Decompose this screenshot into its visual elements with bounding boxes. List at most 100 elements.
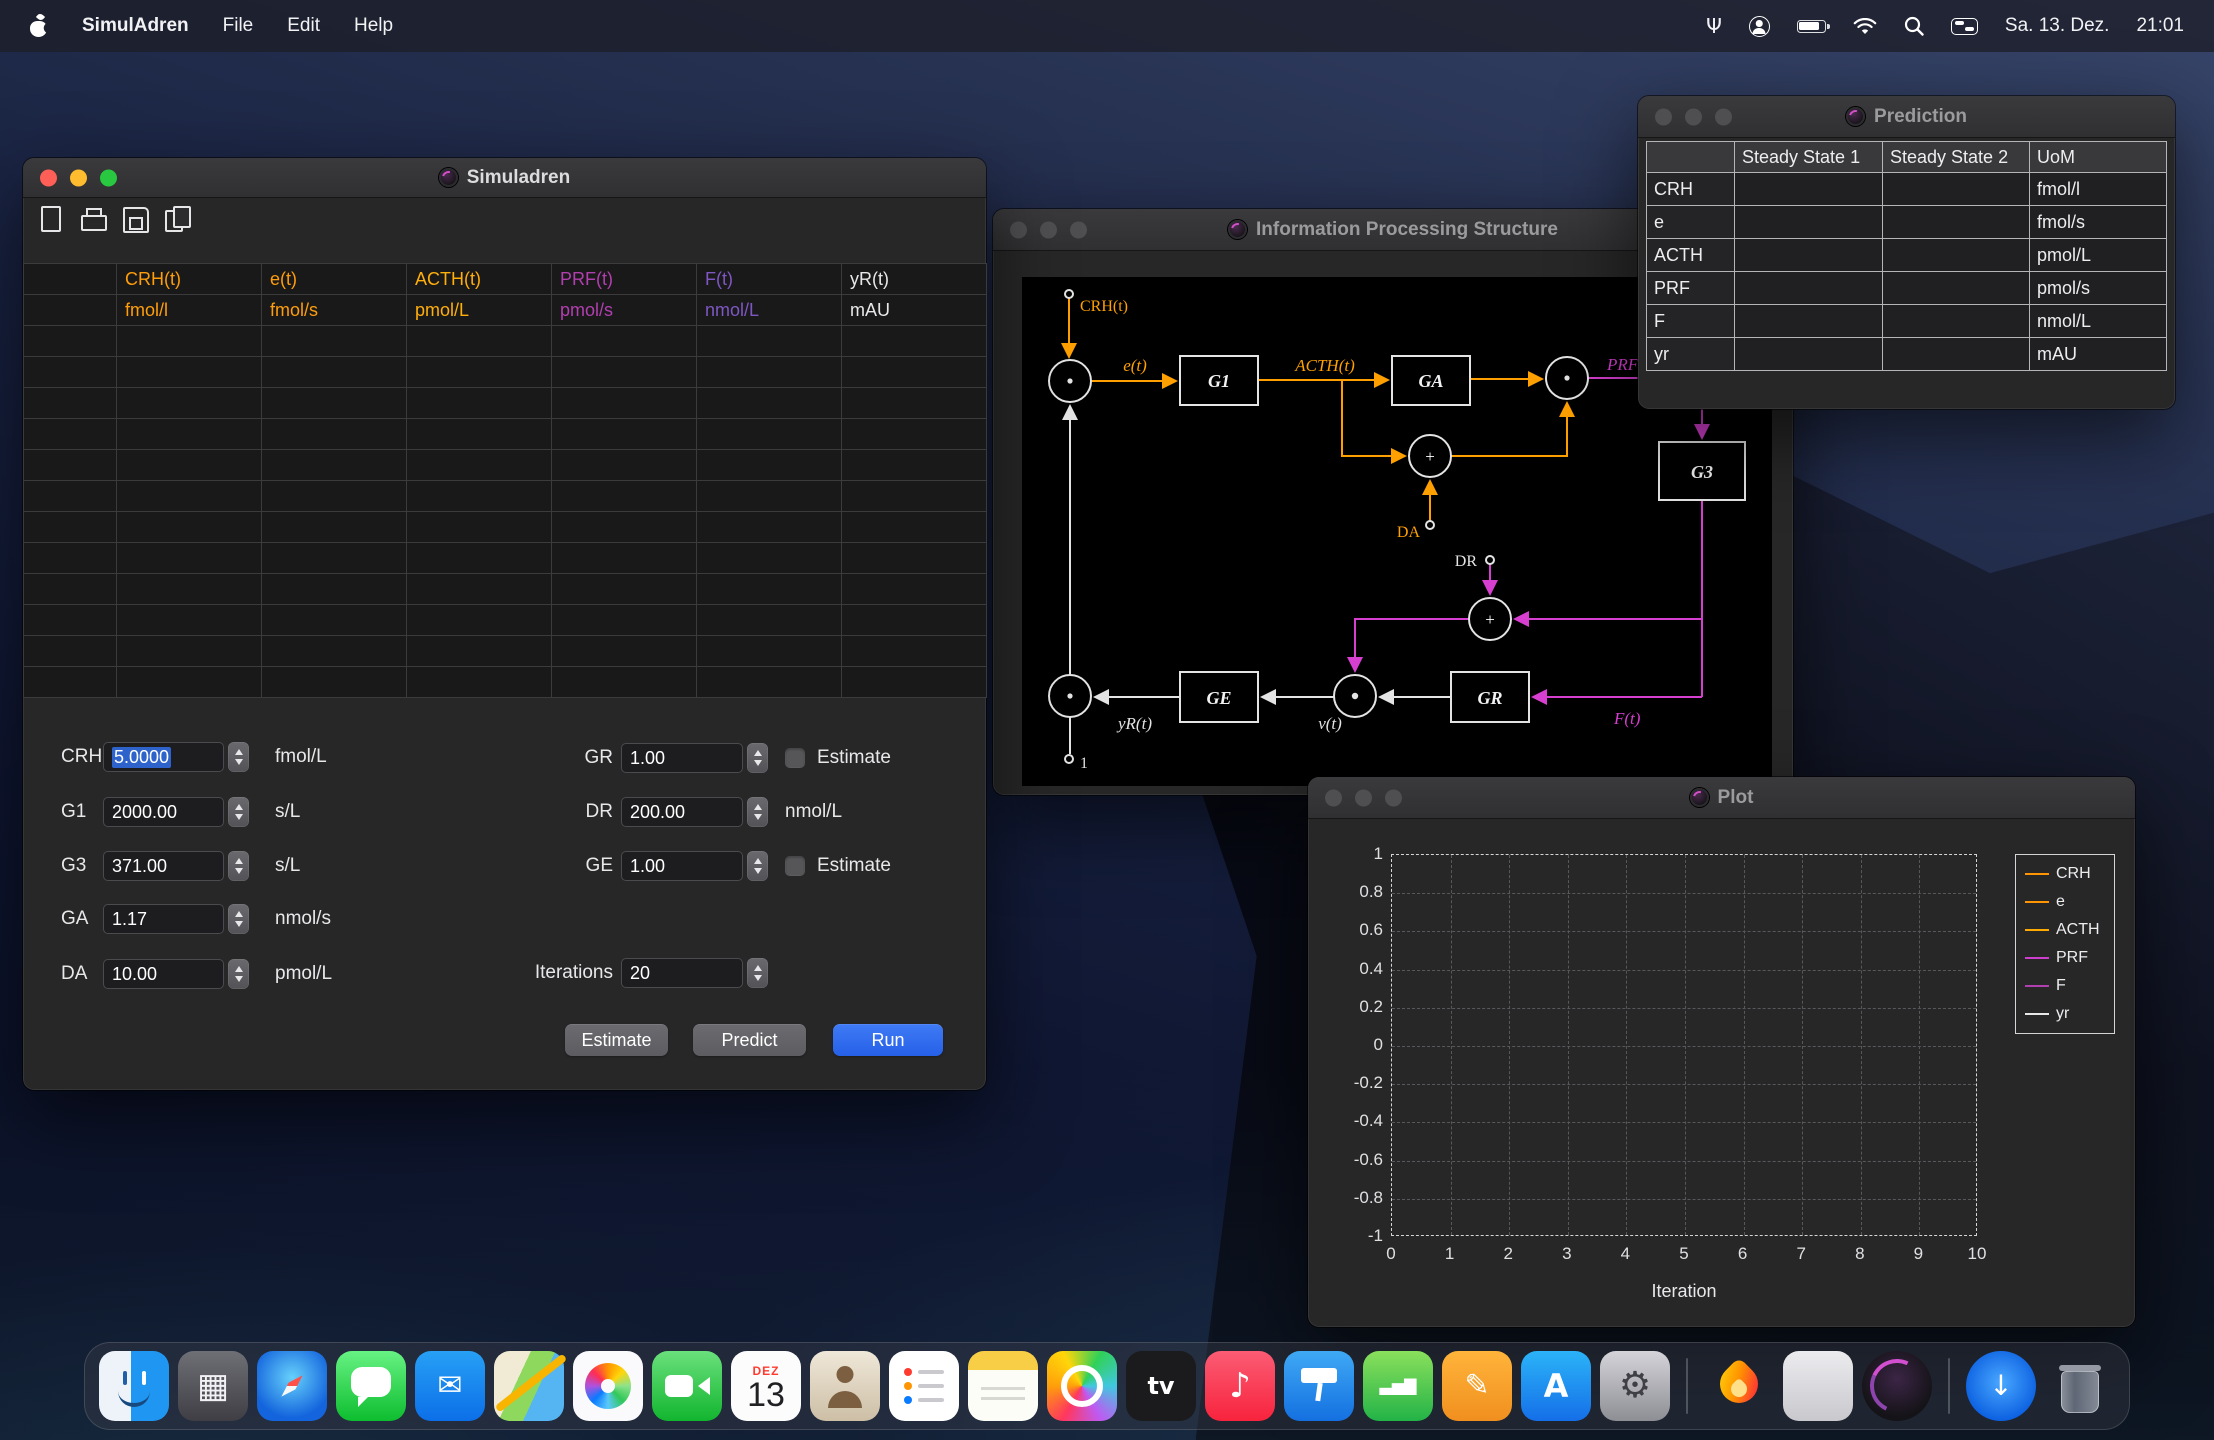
data-cell[interactable] (407, 512, 552, 543)
data-cell[interactable] (117, 326, 262, 357)
data-cell[interactable] (117, 450, 262, 481)
data-cell[interactable] (552, 481, 697, 512)
data-cell[interactable] (842, 667, 987, 698)
ge-input[interactable]: 1.00 (621, 851, 743, 881)
zoom-button[interactable] (100, 169, 117, 186)
gr-estimate-checkbox[interactable] (785, 748, 805, 768)
data-cell[interactable] (697, 388, 842, 419)
prediction-titlebar[interactable]: Prediction (1638, 96, 2175, 138)
estimate-button[interactable]: Estimate (565, 1024, 668, 1056)
wifi-icon[interactable] (1853, 18, 1877, 35)
data-cell[interactable] (552, 605, 697, 636)
print-icon[interactable] (79, 206, 105, 230)
iterations-input[interactable]: 20 (621, 958, 743, 988)
facetime-dock-icon[interactable] (652, 1351, 722, 1421)
data-cell[interactable] (262, 667, 407, 698)
finder-dock-icon[interactable] (99, 1351, 169, 1421)
battery-icon[interactable] (1797, 20, 1826, 33)
data-cell[interactable] (842, 450, 987, 481)
save-icon[interactable] (121, 206, 147, 230)
menu-extra-icon[interactable]: Ψ (1706, 14, 1722, 38)
launchpad-dock-icon[interactable]: ▦ (178, 1351, 248, 1421)
data-cell[interactable] (262, 574, 407, 605)
calendar-dock-icon[interactable]: DEZ13 (731, 1351, 801, 1421)
user-account-icon[interactable] (1749, 16, 1770, 37)
data-cell[interactable] (262, 605, 407, 636)
minimize-button[interactable] (70, 169, 87, 186)
gr-stepper[interactable] (747, 743, 768, 773)
data-cell[interactable] (262, 512, 407, 543)
gr-input[interactable]: 1.00 (621, 743, 743, 773)
settings-dock-icon[interactable]: ⚙ (1600, 1351, 1670, 1421)
data-cell[interactable] (262, 450, 407, 481)
safari-dock-icon[interactable] (257, 1351, 327, 1421)
data-cell[interactable] (117, 605, 262, 636)
data-cell[interactable] (407, 450, 552, 481)
menu-edit[interactable]: Edit (287, 15, 320, 37)
data-cell[interactable] (407, 388, 552, 419)
data-cell[interactable] (552, 388, 697, 419)
minimize-button[interactable] (1355, 789, 1372, 806)
data-cell[interactable] (117, 388, 262, 419)
export-icon[interactable] (163, 206, 189, 230)
data-cell[interactable] (842, 419, 987, 450)
data-cell[interactable] (407, 326, 552, 357)
data-cell[interactable] (842, 357, 987, 388)
simuladren-titlebar[interactable]: Simuladren (23, 158, 986, 198)
data-cell[interactable] (697, 481, 842, 512)
data-cell[interactable] (842, 481, 987, 512)
keynote-dock-icon[interactable] (1284, 1351, 1354, 1421)
menu-time[interactable]: 21:01 (2136, 15, 2184, 37)
data-cell[interactable] (697, 450, 842, 481)
data-cell[interactable] (552, 636, 697, 667)
data-cell[interactable] (407, 481, 552, 512)
data-cell[interactable] (407, 667, 552, 698)
data-cell[interactable] (552, 419, 697, 450)
dr-input[interactable]: 200.00 (621, 797, 743, 827)
data-cell[interactable] (262, 388, 407, 419)
zoom-button[interactable] (1385, 789, 1402, 806)
menu-file[interactable]: File (223, 15, 254, 37)
data-cell[interactable] (262, 357, 407, 388)
data-cell[interactable] (117, 543, 262, 574)
messages-dock-icon[interactable] (336, 1351, 406, 1421)
flame-app-dock-icon[interactable] (1704, 1351, 1774, 1421)
ga-input[interactable]: 1.17 (103, 904, 224, 934)
maps-dock-icon[interactable] (494, 1351, 564, 1421)
data-cell[interactable] (842, 326, 987, 357)
data-cell[interactable] (697, 543, 842, 574)
data-cell[interactable] (697, 419, 842, 450)
data-cell[interactable] (697, 605, 842, 636)
predict-button[interactable]: Predict (693, 1024, 806, 1056)
data-cell[interactable] (552, 667, 697, 698)
data-cell[interactable] (552, 326, 697, 357)
data-cell[interactable] (697, 512, 842, 543)
data-cell[interactable] (262, 636, 407, 667)
notes-dock-icon[interactable] (968, 1351, 1038, 1421)
data-cell[interactable] (407, 357, 552, 388)
close-button[interactable] (1325, 789, 1342, 806)
data-cell[interactable] (697, 636, 842, 667)
data-cell[interactable] (262, 481, 407, 512)
photos-dock-icon[interactable] (573, 1351, 643, 1421)
zoom-button[interactable] (1070, 221, 1087, 238)
data-cell[interactable] (552, 450, 697, 481)
data-cell[interactable] (842, 605, 987, 636)
data-cell[interactable] (842, 388, 987, 419)
data-cell[interactable] (842, 636, 987, 667)
app-menu-name[interactable]: SimulAdren (82, 15, 189, 37)
trash-dock-icon[interactable] (2045, 1351, 2115, 1421)
music-dock-icon[interactable]: ♪ (1205, 1351, 1275, 1421)
downloads-dock-icon[interactable]: ↓ (1966, 1351, 2036, 1421)
data-cell[interactable] (407, 636, 552, 667)
close-button[interactable] (40, 169, 57, 186)
ge-stepper[interactable] (747, 851, 768, 881)
simuladren-dock-icon[interactable] (1862, 1351, 1932, 1421)
data-cell[interactable] (117, 636, 262, 667)
data-cell[interactable] (117, 481, 262, 512)
apple-menu-icon[interactable] (30, 16, 48, 37)
data-cell[interactable] (117, 667, 262, 698)
data-cell[interactable] (842, 543, 987, 574)
numbers-dock-icon[interactable]: ▃▅▇ (1363, 1351, 1433, 1421)
menu-help[interactable]: Help (354, 15, 393, 37)
